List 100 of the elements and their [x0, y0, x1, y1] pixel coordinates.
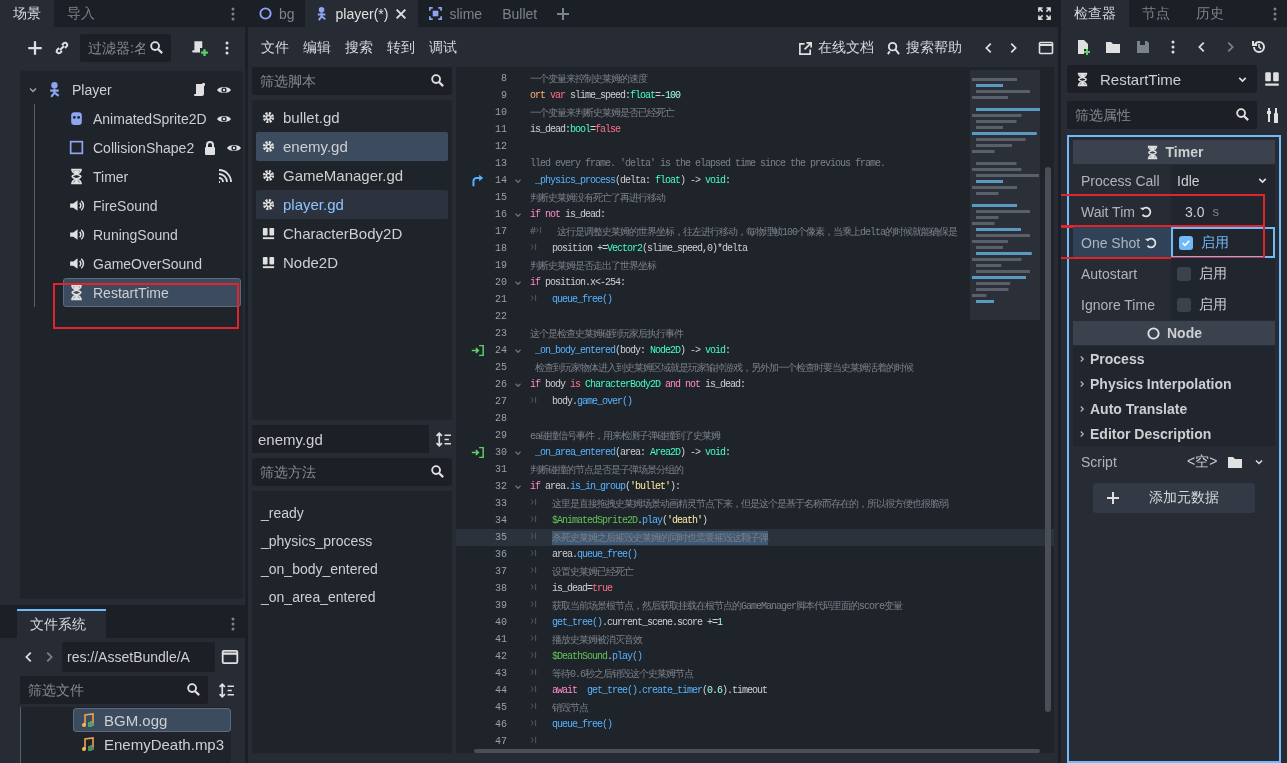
help-button[interactable]: 搜索帮助 — [880, 39, 968, 57]
code-text: 这行是调整史莱姆的世界坐标，往左进行移动，每物理帧100个像素，当乘上delta的时候就能确保是 — [557, 225, 958, 239]
add-script-icon[interactable] — [191, 39, 209, 57]
menu-item[interactable]: 调试 — [422, 39, 464, 57]
checkbox[interactable] — [1177, 266, 1191, 281]
script-item[interactable]: Node2D — [256, 248, 448, 277]
tools-icon[interactable] — [1265, 107, 1281, 123]
property-group[interactable]: Physics Interpolation — [1073, 371, 1275, 396]
tree-item[interactable]: GameOverSound — [63, 249, 241, 278]
checkbox[interactable] — [1177, 297, 1191, 312]
code-text: position +=Vector2(slime_speed,0)*delta — [552, 243, 748, 254]
dropdown[interactable]: Idle — [1171, 165, 1275, 196]
filter-field[interactable]: 过滤器:名 — [80, 34, 171, 62]
filter-field[interactable]: 筛选脚本 — [252, 67, 452, 95]
search-icon[interactable] — [430, 464, 445, 479]
method-item[interactable]: _physics_process — [256, 527, 448, 555]
dock-tab[interactable]: 文件系统 — [17, 609, 106, 638]
history-icon[interactable] — [1251, 39, 1267, 55]
link-icon[interactable] — [54, 40, 70, 56]
filter-field[interactable]: 筛选方法 — [252, 458, 452, 486]
object-selector[interactable]: RestartTime — [1067, 65, 1257, 93]
dock-tab[interactable]: 检查器 — [1061, 0, 1129, 27]
path-field[interactable]: res://AssetBundle/A — [62, 642, 215, 672]
add-metadata-button[interactable]: 添加元数据 — [1093, 483, 1255, 513]
method-item[interactable]: _on_body_entered — [256, 555, 448, 583]
property-group[interactable]: Process — [1073, 346, 1275, 371]
script-icon[interactable] — [192, 81, 208, 98]
method-item[interactable]: _on_area_entered — [256, 583, 448, 611]
editor-tab[interactable]: Bullet — [492, 0, 548, 27]
script-item[interactable]: GameManager.gd — [256, 161, 448, 190]
window-icon[interactable] — [1038, 40, 1054, 56]
sort-icon[interactable] — [218, 681, 235, 699]
tree-item[interactable]: RuningSound — [63, 220, 241, 249]
code-text: 判断史莱姆是否走出了世界坐标 — [530, 259, 656, 273]
tree-item[interactable]: Timer — [63, 162, 241, 191]
filter-field[interactable]: 筛选属性 — [1067, 101, 1257, 129]
plus-icon[interactable] — [555, 5, 572, 22]
tree-item[interactable]: Player — [20, 75, 241, 104]
property-group[interactable]: Editor Description — [1073, 421, 1275, 446]
sort-icon[interactable] — [435, 430, 452, 448]
search-icon[interactable] — [430, 73, 445, 88]
menu-item[interactable]: 文件 — [254, 39, 296, 57]
save-icon[interactable] — [1135, 39, 1151, 55]
folder-icon[interactable] — [1105, 39, 1121, 55]
tree-item[interactable]: RestartTime — [63, 278, 241, 307]
new-file-icon[interactable] — [1075, 39, 1091, 55]
property-group[interactable]: Auto Translate — [1073, 396, 1275, 421]
dock-tab[interactable]: 历史 — [1183, 0, 1237, 27]
script-item[interactable]: bullet.gd — [256, 103, 448, 132]
checkbox-label[interactable]: 启用 — [1201, 233, 1229, 252]
checkbox[interactable] — [1179, 235, 1193, 250]
script-item[interactable]: enemy.gd — [256, 132, 448, 161]
signal-icon[interactable] — [216, 168, 232, 185]
editor-tab[interactable]: bg — [248, 0, 305, 27]
line-number: 42 — [494, 651, 507, 662]
menu-item[interactable]: 转到 — [380, 39, 422, 57]
dock-tab[interactable]: 导入 — [54, 0, 108, 27]
menu-item[interactable]: 搜索 — [338, 39, 380, 57]
code-text: 判断史莱姆没有死亡了再进行移动 — [530, 191, 665, 205]
tree-item[interactable]: CollisionShape2 — [63, 133, 241, 162]
checkbox-label[interactable]: 启用 — [1199, 264, 1227, 283]
method-item[interactable]: _ready — [256, 499, 448, 527]
code-text: if body is CharacterBody2D and not is_dead: — [530, 379, 746, 390]
window-icon[interactable] — [221, 648, 239, 666]
line-number: 45 — [494, 702, 507, 713]
number-field[interactable]: 3.0 s — [1171, 196, 1275, 227]
doc-icon[interactable] — [1263, 70, 1281, 88]
circle-icon — [258, 6, 273, 21]
sprite-icon — [68, 110, 85, 127]
help-button[interactable]: 在线文档 — [792, 39, 880, 57]
script-item[interactable]: player.gd — [256, 190, 448, 219]
script-item[interactable]: CharacterBody2D — [256, 219, 448, 248]
section-header[interactable]: Node — [1073, 321, 1275, 345]
scrollbar[interactable] — [1045, 167, 1051, 712]
tree-item[interactable]: FireSound — [63, 191, 241, 220]
dock-tab[interactable]: 场景 — [0, 0, 54, 27]
revert-icon[interactable] — [1138, 204, 1153, 219]
filter-field[interactable]: 筛选文件 — [20, 676, 208, 704]
close-icon[interactable] — [394, 6, 409, 21]
fullscreen-icon[interactable] — [1037, 6, 1052, 21]
line-number: 22 — [494, 311, 507, 322]
file-item[interactable]: BGM.ogg — [73, 708, 231, 732]
editor-tab[interactable]: slime — [418, 0, 493, 27]
dock-tab[interactable]: 节点 — [1129, 0, 1183, 27]
revert-icon[interactable] — [1144, 235, 1159, 250]
editor-tab[interactable]: player(*) — [304, 0, 419, 27]
speaker-icon — [68, 255, 85, 272]
tree-item[interactable]: AnimatedSprite2D — [63, 104, 241, 133]
search-icon[interactable] — [149, 40, 164, 55]
scrollbar[interactable] — [474, 749, 1040, 753]
gear-icon — [261, 139, 276, 154]
search-icon[interactable] — [186, 682, 201, 697]
code-text: lled every frame. 'delta' is the elapsed time since the previous frame. — [530, 158, 886, 169]
section-header[interactable]: Timer — [1073, 140, 1275, 164]
menu-item[interactable]: 编辑 — [296, 39, 338, 57]
checkbox-label[interactable]: 启用 — [1199, 295, 1227, 314]
square-icon — [68, 139, 85, 156]
search-icon[interactable] — [1235, 107, 1250, 122]
file-item[interactable]: EnemyDeath.mp3 — [73, 732, 231, 756]
line-number: 13 — [494, 158, 507, 169]
